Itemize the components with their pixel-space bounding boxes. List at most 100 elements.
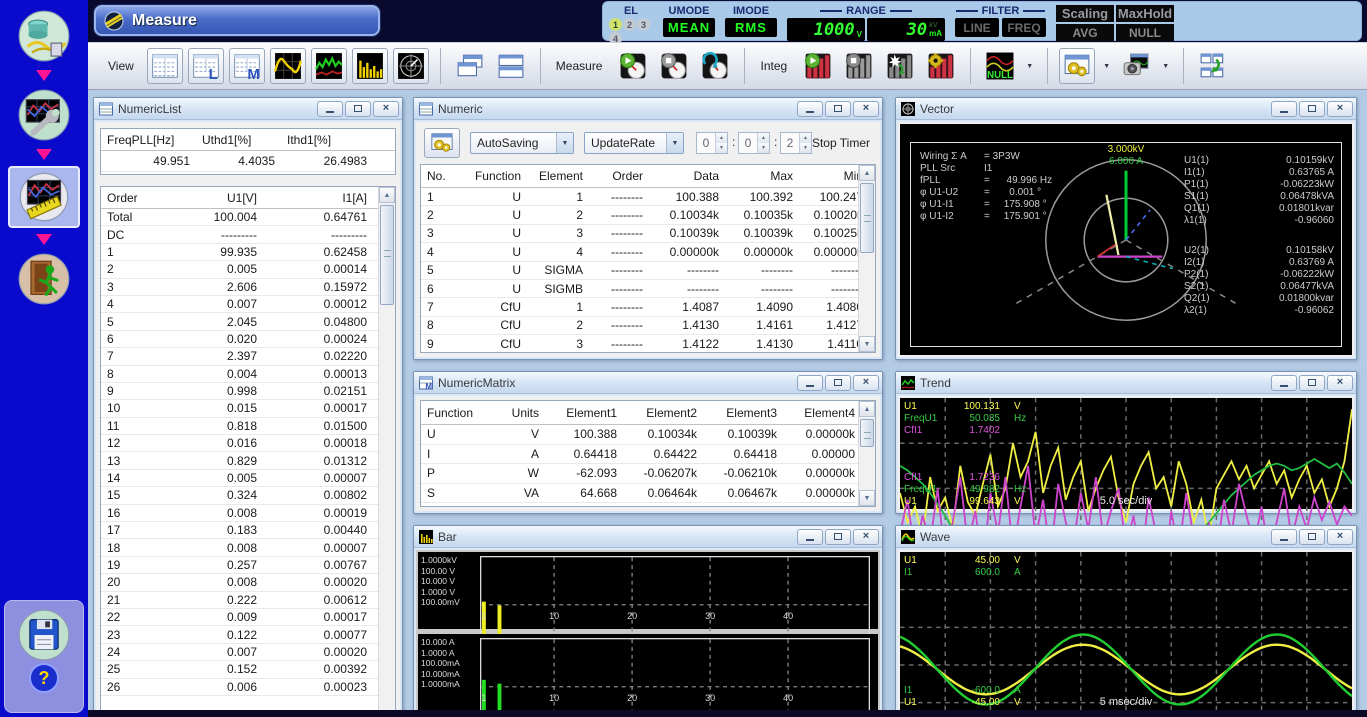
close-button[interactable]: ×	[853, 101, 879, 117]
scroll-up-icon[interactable]: ▲	[859, 165, 875, 181]
signal-label-row: U1100.131V	[904, 400, 1026, 412]
scale-label: 1.0000 V	[421, 587, 479, 598]
screen-capture-button[interactable]	[1118, 48, 1154, 84]
scroll-down-icon[interactable]: ▼	[859, 490, 875, 506]
minimize-button[interactable]	[797, 375, 823, 391]
measure-start-button[interactable]	[615, 48, 651, 84]
timer-minutes-stepper[interactable]: 0 ▲▼	[738, 132, 770, 154]
arrange-export-icon	[1199, 52, 1227, 80]
integ-settings-button[interactable]	[923, 48, 959, 84]
close-button[interactable]: ×	[1327, 529, 1353, 545]
integ-reset-button[interactable]	[882, 48, 918, 84]
view-numeric-matrix-button[interactable]: M	[229, 48, 265, 84]
tile-windows-icon	[497, 52, 525, 80]
sidebar-step-setup[interactable]	[16, 87, 72, 143]
numeric-list-titlebar[interactable]: NumericList ×	[94, 98, 402, 120]
integ-stop-button[interactable]	[841, 48, 877, 84]
restore-button[interactable]	[1299, 529, 1325, 545]
spin-down-icon[interactable]: ▼	[716, 143, 727, 153]
minimize-button[interactable]	[317, 101, 343, 117]
close-button[interactable]: ×	[853, 375, 879, 391]
arrange-export-button[interactable]	[1195, 48, 1231, 84]
sidebar-step-exit[interactable]	[16, 251, 72, 307]
restore-button[interactable]	[1299, 101, 1325, 117]
scale-label: 100.00 V	[421, 566, 479, 577]
view-numeric-button[interactable]	[147, 48, 183, 84]
wave-titlebar[interactable]: Wave ×	[896, 526, 1356, 548]
scrollbar-thumb[interactable]	[860, 419, 874, 447]
spin-up-icon[interactable]: ▲	[716, 133, 727, 143]
null-toggle-button[interactable]: NULL	[982, 48, 1018, 84]
spin-up-icon[interactable]: ▲	[800, 133, 811, 143]
restore-button[interactable]	[825, 375, 851, 391]
page-title: Measure	[132, 12, 197, 30]
view-wave-button[interactable]	[270, 48, 306, 84]
updaterate-select[interactable]: UpdateRate ▼	[584, 132, 684, 154]
view-bar-button[interactable]	[352, 48, 388, 84]
timer-seconds-stepper[interactable]: 2 ▲▼	[780, 132, 812, 154]
minimize-button[interactable]	[797, 529, 823, 545]
numeric-scrollbar[interactable]: ▲ ▼	[858, 165, 875, 352]
scroll-up-icon[interactable]: ▲	[379, 187, 395, 203]
timer-hours-stepper[interactable]: 0 ▲▼	[696, 132, 728, 154]
numeric-titlebar[interactable]: Numeric ×	[414, 98, 882, 120]
restore-button[interactable]	[345, 101, 371, 117]
scrollbar-thumb[interactable]	[380, 205, 394, 305]
scroll-up-icon[interactable]: ▲	[859, 401, 875, 417]
close-button[interactable]: ×	[1327, 101, 1353, 117]
sidebar-step-interface[interactable]	[16, 8, 72, 64]
scroll-down-icon[interactable]: ▼	[859, 336, 875, 352]
app-settings-button[interactable]	[1059, 48, 1095, 84]
minimize-button[interactable]	[1271, 375, 1297, 391]
bar-titlebar[interactable]: Bar ×	[414, 526, 882, 548]
cascade-windows-button[interactable]	[452, 48, 488, 84]
autosaving-select[interactable]: AutoSaving ▼	[470, 132, 574, 154]
numeric-matrix-titlebar[interactable]: M NumericMatrix ×	[414, 372, 882, 394]
integ-start-button[interactable]	[800, 48, 836, 84]
save-button[interactable]	[16, 607, 72, 663]
scale-label: 100.00mV	[421, 597, 479, 608]
column-header: Uthd1[%]	[196, 133, 281, 147]
measure-mode-banner[interactable]: Measure	[94, 5, 380, 36]
null-dropdown-caret[interactable]: ▼	[1023, 48, 1036, 84]
view-trend-button[interactable]	[311, 48, 347, 84]
tile-windows-button[interactable]	[493, 48, 529, 84]
vector-titlebar[interactable]: Vector ×	[896, 98, 1356, 120]
measure-stop-button[interactable]	[656, 48, 692, 84]
matrix-scrollbar[interactable]: ▲ ▼	[858, 401, 875, 506]
close-button[interactable]: ×	[373, 101, 399, 117]
table-cell: 0.00007	[263, 541, 373, 555]
table-cell: 0.007	[153, 297, 263, 311]
spin-down-icon[interactable]: ▼	[758, 143, 769, 153]
table-row: DC------------------	[101, 226, 378, 243]
scrollbar-thumb[interactable]	[860, 183, 874, 253]
column-header: Element3	[703, 406, 783, 420]
table-cell: 0.15972	[263, 280, 373, 294]
stop-timer-button[interactable]: Stop Timer	[812, 136, 870, 150]
close-button[interactable]: ×	[1327, 375, 1353, 391]
minimize-button[interactable]	[1271, 529, 1297, 545]
minimize-button[interactable]	[797, 101, 823, 117]
numeric-settings-button[interactable]	[424, 128, 460, 158]
table-cell: --------	[589, 190, 649, 204]
restore-button[interactable]	[825, 101, 851, 117]
table-cell: 1	[421, 190, 461, 204]
restore-button[interactable]	[825, 529, 851, 545]
trend-titlebar[interactable]: Trend ×	[896, 372, 1356, 394]
minimize-button[interactable]	[1271, 101, 1297, 117]
spin-up-icon[interactable]: ▲	[758, 133, 769, 143]
settings-dropdown-caret[interactable]: ▼	[1100, 48, 1113, 84]
bar-window-icon	[419, 530, 433, 544]
help-button[interactable]: ?	[29, 663, 59, 693]
spin-down-icon[interactable]: ▼	[800, 143, 811, 153]
table-cell: ---------	[153, 228, 263, 242]
wave-window: Wave × U145.00VI1600.0A I1-600.0AU1-45.0…	[895, 525, 1357, 710]
harmonics-scrollbar[interactable]: ▲ ▼	[378, 187, 395, 710]
measure-reset-button[interactable]	[697, 48, 733, 84]
sidebar-step-measure[interactable]	[8, 166, 80, 228]
capture-dropdown-caret[interactable]: ▼	[1159, 48, 1172, 84]
view-vector-button[interactable]	[393, 48, 429, 84]
restore-button[interactable]	[1299, 375, 1325, 391]
view-numeric-list-button[interactable]: L	[188, 48, 224, 84]
close-button[interactable]: ×	[853, 529, 879, 545]
